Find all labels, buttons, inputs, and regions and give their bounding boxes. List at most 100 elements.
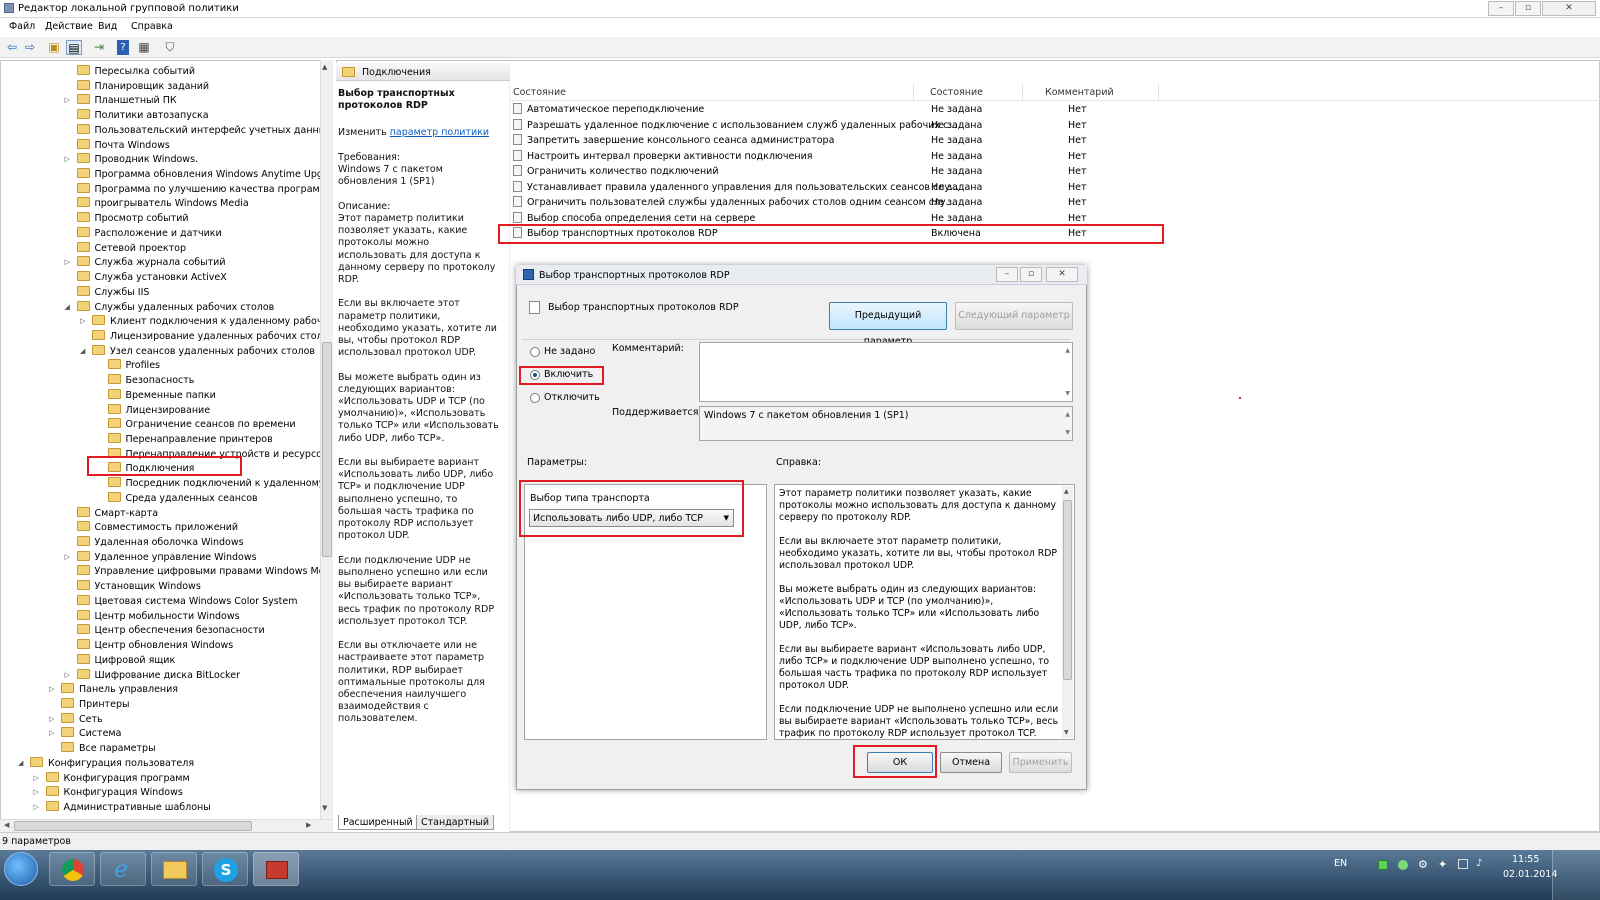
tree-item[interactable]: ▷ Административные шаблоны xyxy=(34,800,211,815)
maximize-icon[interactable]: ▫ xyxy=(1515,1,1541,16)
scroll-right-icon[interactable]: ▶ xyxy=(306,821,311,829)
tree-item[interactable]: Лицензирование удаленных рабочих столов xyxy=(92,329,332,344)
volume-icon[interactable]: ♪ xyxy=(1476,858,1482,869)
policy-row[interactable]: Настроить интервал проверки активности п… xyxy=(510,149,1170,164)
tree-hscroll-thumb[interactable] xyxy=(14,821,252,831)
expand-arrow-icon[interactable]: ▷ xyxy=(49,682,54,697)
menu-help[interactable]: Справка xyxy=(131,21,173,32)
tree-item[interactable]: проигрыватель Windows Media xyxy=(76,196,249,211)
tree-item[interactable]: Совместимость приложений xyxy=(76,520,238,535)
filter-icon[interactable]: ⛉ xyxy=(162,40,178,55)
tree-item[interactable]: Просмотр событий xyxy=(76,211,189,226)
tree-vertical-scrollbar[interactable]: ▲ ▼ xyxy=(320,60,333,832)
taskbar-internet-explorer[interactable]: e xyxy=(100,852,146,886)
tree-item[interactable]: ◢ Службы удаленных рабочих столов xyxy=(65,300,274,315)
scroll-left-icon[interactable]: ◀ xyxy=(4,821,9,829)
taskbar-explorer[interactable] xyxy=(151,852,197,886)
tree-item[interactable]: ▷ Конфигурация Windows xyxy=(34,785,183,800)
tree-item[interactable]: Управление цифровыми правами Windows Med… xyxy=(76,564,332,579)
menu-view[interactable]: Вид xyxy=(98,21,117,32)
tree-item[interactable]: Безопасность xyxy=(107,373,194,388)
forward-arrow-icon[interactable]: ⇨ xyxy=(22,40,38,55)
tab-extended[interactable]: Расширенный xyxy=(338,815,418,830)
tree-item[interactable]: Служба установки ActiveX xyxy=(76,270,227,285)
column-header-comment[interactable]: Комментарий xyxy=(1045,87,1114,98)
tray-icon-2[interactable] xyxy=(1398,860,1408,870)
tree-item[interactable]: Смарт-карта xyxy=(76,506,158,521)
help-scrollbar[interactable]: ▲ ▼ xyxy=(1062,486,1073,738)
show-desktop-button[interactable] xyxy=(1552,850,1600,900)
help-icon[interactable]: ? xyxy=(117,40,129,55)
tree-item[interactable]: Центр обеспечения безопасности xyxy=(76,623,265,638)
tree-item[interactable]: ▷ Система xyxy=(49,726,121,741)
radio-disabled[interactable] xyxy=(530,393,540,403)
tree-item[interactable]: Принтеры xyxy=(61,697,129,712)
tree-item[interactable]: Политики автозапуска xyxy=(76,108,209,123)
edit-policy-link[interactable]: параметр политики xyxy=(390,127,489,138)
tree-item[interactable]: ▷ Сеть xyxy=(49,712,103,727)
tree-item[interactable]: ◢ Конфигурация пользователя xyxy=(18,756,194,771)
tree-item[interactable]: Удаленная оболочка Windows xyxy=(76,535,244,550)
tree-item[interactable]: Все параметры xyxy=(61,741,156,756)
radio-disabled-label[interactable]: Отключить xyxy=(544,392,600,403)
tree-item[interactable]: Profiles xyxy=(107,358,160,373)
properties-icon[interactable]: ▦ xyxy=(136,40,152,55)
language-indicator[interactable]: EN xyxy=(1334,858,1347,869)
menu-action[interactable]: Действие xyxy=(45,21,93,32)
expand-arrow-icon[interactable]: ▷ xyxy=(49,726,54,741)
scroll-down-icon[interactable]: ▼ xyxy=(322,804,327,812)
column-header-name[interactable]: Состояние xyxy=(513,87,566,98)
policy-row[interactable]: Устанавливает правила удаленного управле… xyxy=(510,180,1170,195)
tray-icon-4[interactable]: ✦ xyxy=(1438,858,1447,871)
apply-button[interactable]: Применить xyxy=(1009,752,1072,773)
tree-item[interactable]: ▷ Шифрование диска BitLocker xyxy=(65,668,240,683)
expand-arrow-icon[interactable]: ▷ xyxy=(65,93,70,108)
policy-row[interactable]: Запретить завершение консольного сеанса … xyxy=(510,133,1170,148)
start-button[interactable] xyxy=(4,852,38,886)
tree-item[interactable]: ▷ Панель управления xyxy=(49,682,178,697)
tree-item[interactable]: ▷ Клиент подключения к удаленному рабочем… xyxy=(80,314,332,329)
taskbar-chrome[interactable] xyxy=(49,852,95,886)
expand-arrow-icon[interactable]: ▷ xyxy=(65,255,70,270)
taskbar-gpedit[interactable] xyxy=(253,852,299,886)
tray-icon-1[interactable] xyxy=(1378,860,1388,870)
taskbar-skype[interactable]: S xyxy=(202,852,248,886)
up-folder-icon[interactable]: ▣ xyxy=(46,40,62,55)
radio-not-configured-label[interactable]: Не задано xyxy=(544,346,595,357)
expand-arrow-icon[interactable]: ▷ xyxy=(80,314,85,329)
expand-arrow-icon[interactable]: ▷ xyxy=(34,771,39,786)
policy-row[interactable]: Автоматическое переподключение Не задана Н… xyxy=(510,102,1170,117)
clock-date[interactable]: 02.01.2014 xyxy=(1503,869,1557,880)
minimize-icon[interactable]: – xyxy=(1488,1,1514,16)
tree-item[interactable]: Цифровой ящик xyxy=(76,653,175,668)
tree-item[interactable]: Среда удаленных сеансов xyxy=(107,491,258,506)
expand-arrow-icon[interactable]: ◢ xyxy=(80,344,85,359)
tree-item[interactable]: Центр мобильности Windows xyxy=(76,609,240,624)
tray-icon-3[interactable]: ⚙ xyxy=(1418,858,1428,871)
expand-arrow-icon[interactable]: ◢ xyxy=(65,300,70,315)
expand-arrow-icon[interactable]: ◢ xyxy=(18,756,23,771)
policy-row[interactable]: Ограничить пользователей службы удаленны… xyxy=(510,195,1170,210)
scroll-up-icon[interactable]: ▲ xyxy=(322,63,327,71)
back-arrow-icon[interactable]: ⇦ xyxy=(4,40,20,55)
tree-item[interactable]: ▷ Конфигурация программ xyxy=(34,771,190,786)
tree-item[interactable]: Ограничение сеансов по времени xyxy=(107,417,296,432)
tray-icon-5[interactable] xyxy=(1458,859,1468,869)
tree-scroll-thumb[interactable] xyxy=(322,342,332,557)
tree-item[interactable]: Почта Windows xyxy=(76,138,170,153)
column-header-state[interactable]: Состояние xyxy=(930,87,983,98)
tree-item[interactable]: ◢ Узел сеансов удаленных рабочих столов xyxy=(80,344,315,359)
tab-standard[interactable]: Стандартный xyxy=(416,815,495,830)
tree-item[interactable]: Пересылка событий xyxy=(76,64,195,79)
tree-item[interactable]: Временные папки xyxy=(107,388,216,403)
show-tree-icon[interactable]: ▤ xyxy=(66,40,82,55)
tree-item[interactable]: ▷ Служба журнала событий xyxy=(65,255,226,270)
tree-item[interactable]: Посредник подключений к удаленному раб xyxy=(107,476,332,491)
tree-horizontal-scrollbar[interactable]: ◀ ▶ xyxy=(0,819,333,832)
clock-time[interactable]: 11:55 xyxy=(1512,854,1539,865)
radio-not-configured[interactable] xyxy=(530,347,540,357)
tree-item[interactable]: Программа обновления Windows Anytime Upg… xyxy=(76,167,332,182)
comment-textarea[interactable]: ▲ ▼ xyxy=(699,342,1073,402)
tree-item[interactable]: Службы IIS xyxy=(76,285,149,300)
tree-item[interactable]: ▷ Проводник Windows. xyxy=(65,152,198,167)
